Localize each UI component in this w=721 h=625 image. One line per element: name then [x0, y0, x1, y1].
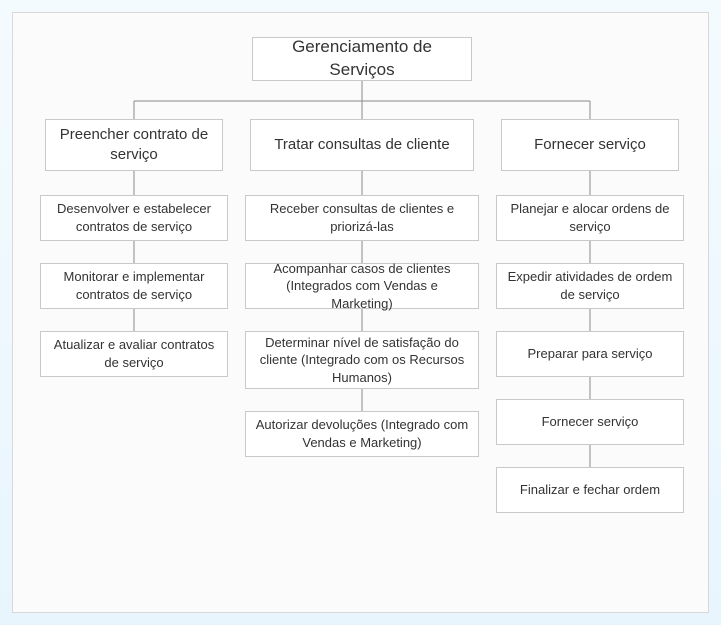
- leaf-text: Planejar e alocar ordens de serviço: [505, 200, 675, 235]
- leaf-text: Atualizar e avaliar contratos de serviço: [49, 336, 219, 371]
- leaf-desenvolver-contratos: Desenvolver e estabelecer contratos de s…: [40, 195, 228, 241]
- leaf-text: Acompanhar casos de clientes (Integrados…: [254, 260, 470, 313]
- leaf-expedir-atividades: Expedir atividades de ordem de serviço: [496, 263, 684, 309]
- leaf-text: Receber consultas de clientes e priorizá…: [254, 200, 470, 235]
- root-node: Gerenciamento de Serviços: [252, 37, 472, 81]
- leaf-text: Determinar nível de satisfação do client…: [254, 334, 470, 387]
- leaf-planejar-ordens: Planejar e alocar ordens de serviço: [496, 195, 684, 241]
- root-title: Gerenciamento de Serviços: [261, 36, 463, 82]
- leaf-atualizar-contratos: Atualizar e avaliar contratos de serviço: [40, 331, 228, 377]
- leaf-determinar-satisfacao: Determinar nível de satisfação do client…: [245, 331, 479, 389]
- leaf-receber-consultas: Receber consultas de clientes e priorizá…: [245, 195, 479, 241]
- branch-label: Fornecer serviço: [534, 135, 646, 155]
- leaf-preparar-servico: Preparar para serviço: [496, 331, 684, 377]
- branch-label: Tratar consultas de cliente: [274, 135, 449, 155]
- branch-fornecer-servico: Fornecer serviço: [501, 119, 679, 171]
- branch-tratar-consultas: Tratar consultas de cliente: [250, 119, 474, 171]
- leaf-monitorar-contratos: Monitorar e implementar contratos de ser…: [40, 263, 228, 309]
- leaf-fornecer-servico-leaf: Fornecer serviço: [496, 399, 684, 445]
- leaf-text: Monitorar e implementar contratos de ser…: [49, 268, 219, 303]
- leaf-text: Fornecer serviço: [542, 413, 639, 431]
- leaf-text: Desenvolver e estabelecer contratos de s…: [49, 200, 219, 235]
- connectors: [13, 13, 708, 612]
- leaf-text: Expedir atividades de ordem de serviço: [505, 268, 675, 303]
- diagram-panel: Gerenciamento de Serviços Preencher cont…: [12, 12, 709, 613]
- leaf-acompanhar-casos: Acompanhar casos de clientes (Integrados…: [245, 263, 479, 309]
- leaf-text: Finalizar e fechar ordem: [520, 481, 660, 499]
- leaf-autorizar-devolucoes: Autorizar devoluções (Integrado com Vend…: [245, 411, 479, 457]
- leaf-text: Preparar para serviço: [528, 345, 653, 363]
- branch-preencher-contrato: Preencher contrato de serviço: [45, 119, 223, 171]
- leaf-finalizar-ordem: Finalizar e fechar ordem: [496, 467, 684, 513]
- leaf-text: Autorizar devoluções (Integrado com Vend…: [254, 416, 470, 451]
- branch-label: Preencher contrato de serviço: [54, 125, 214, 166]
